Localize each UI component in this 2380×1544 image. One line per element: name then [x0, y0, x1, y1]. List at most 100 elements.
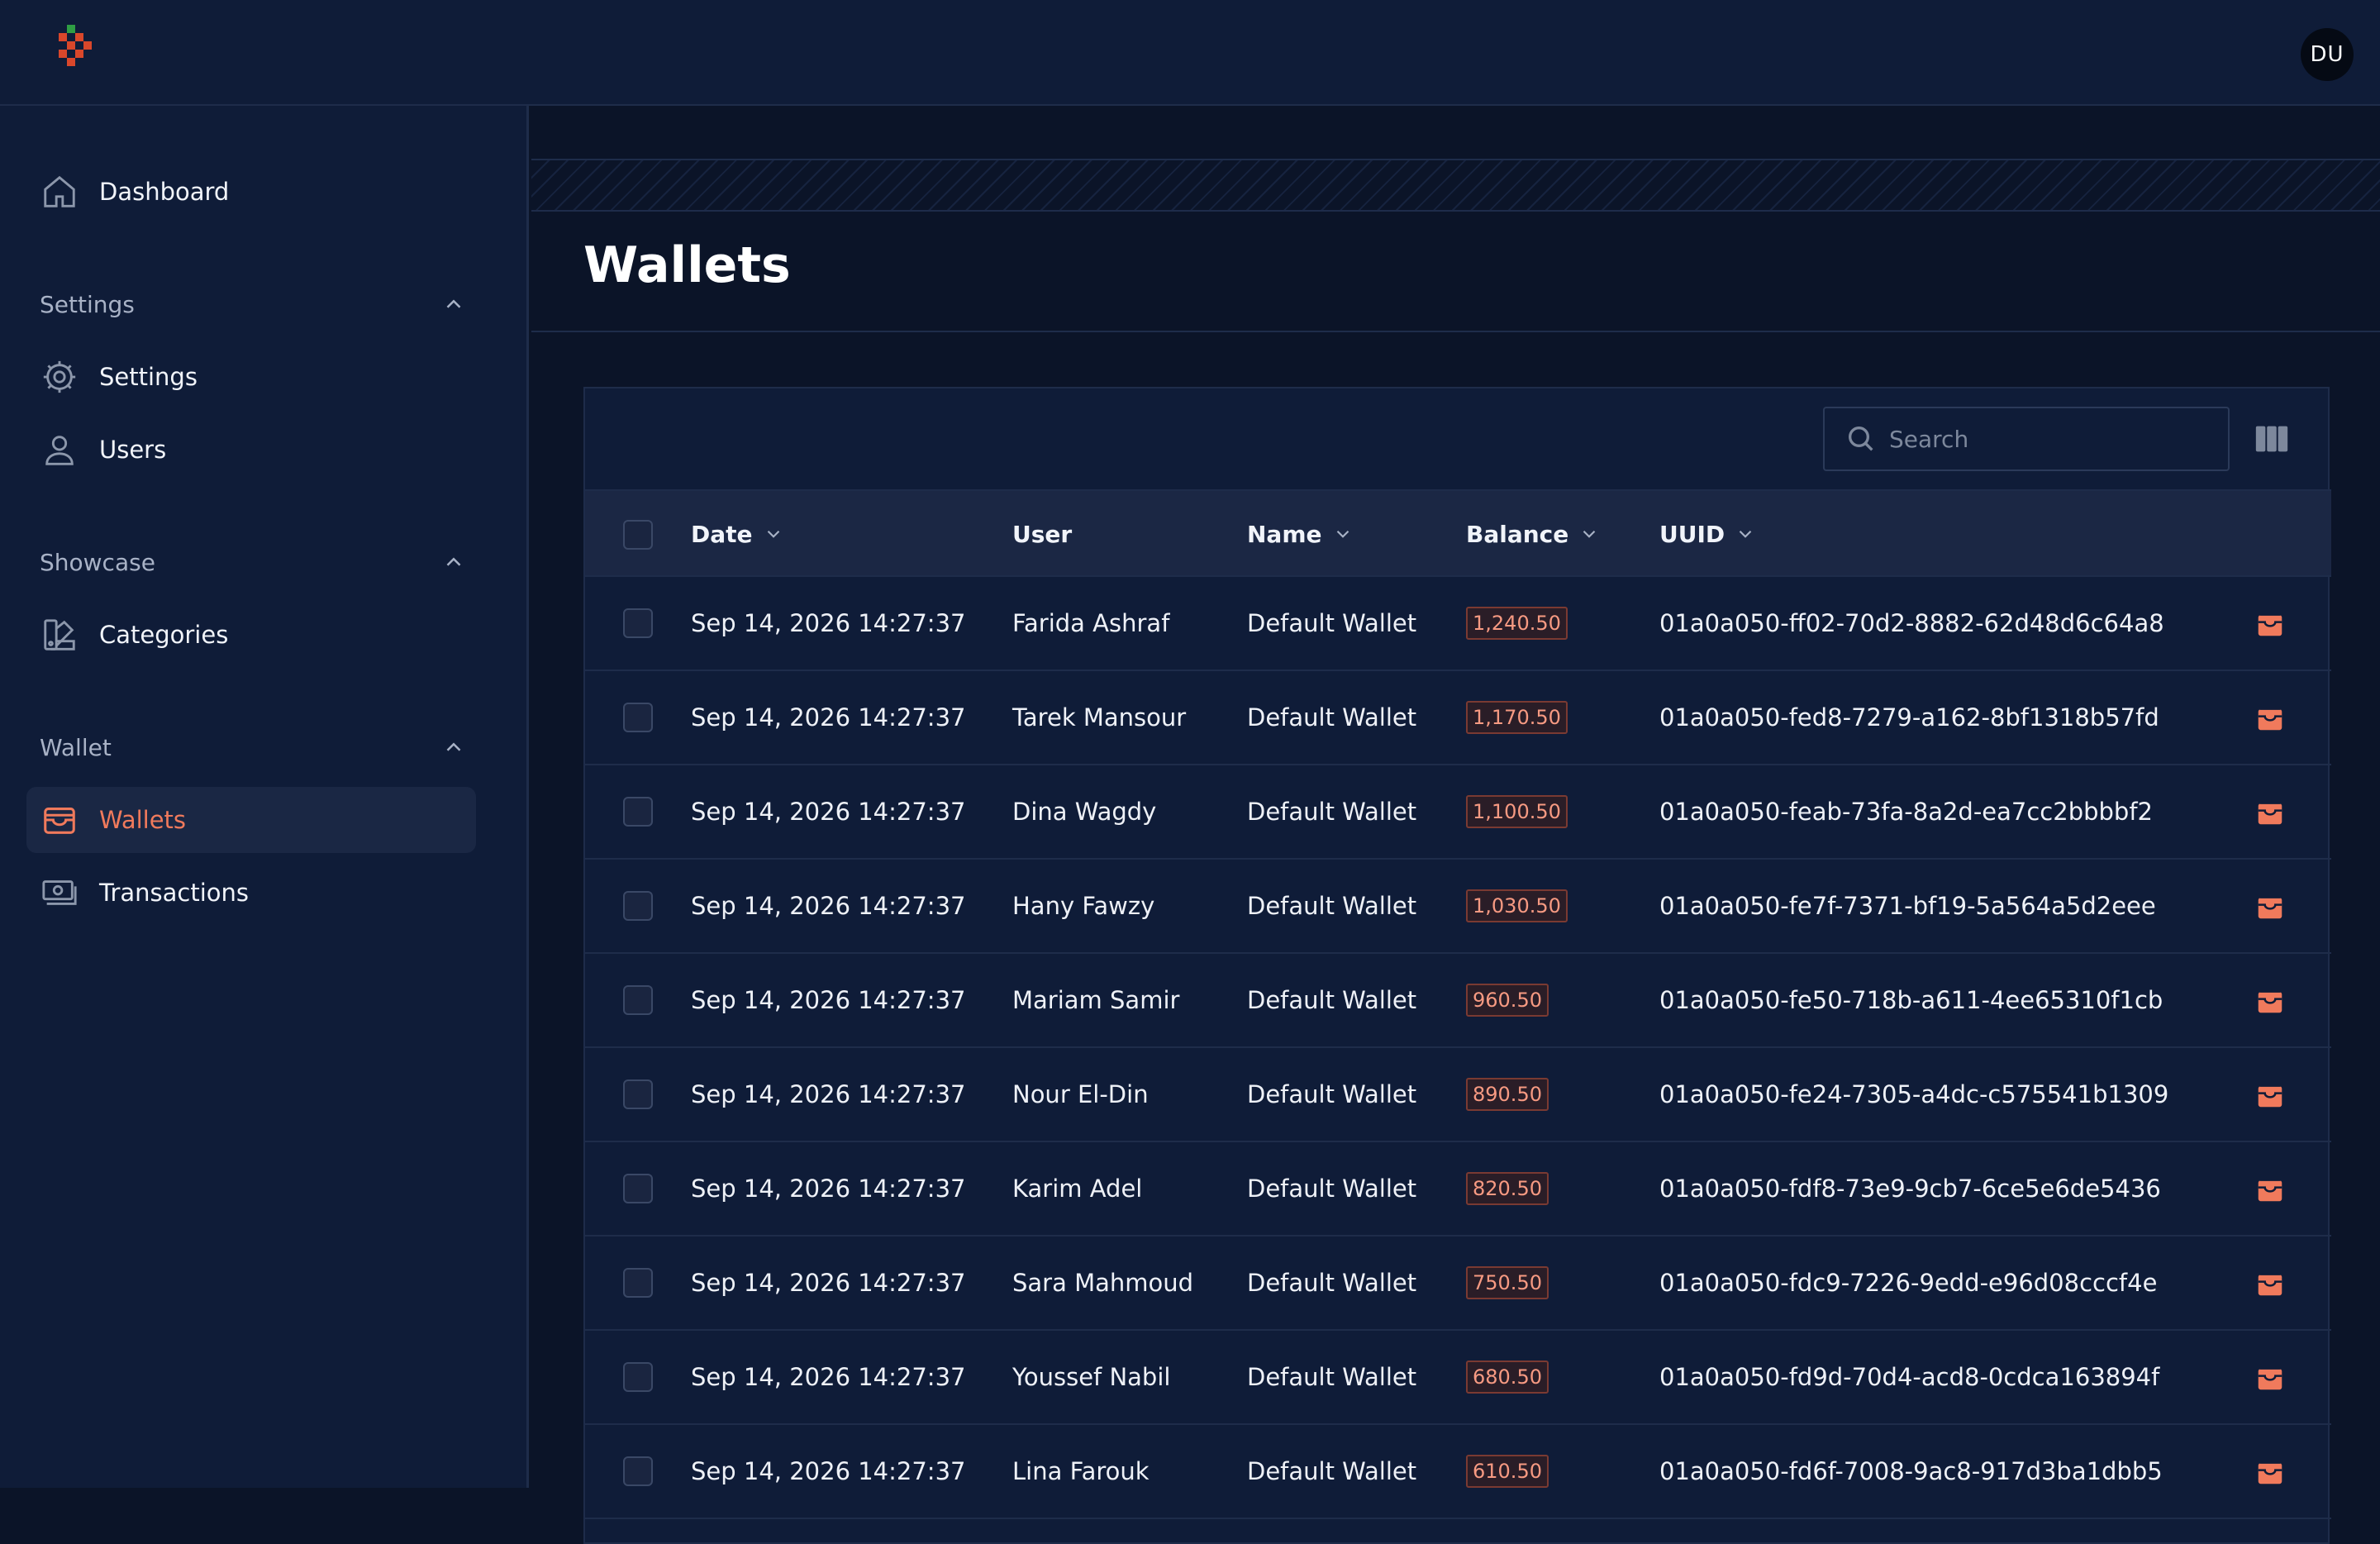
gear-icon: [26, 344, 93, 410]
column-header-balance[interactable]: Balance: [1466, 491, 1600, 577]
table-row[interactable]: Sep 14, 2026 14:27:37 Mariam Samir Default…: [585, 954, 2331, 1048]
sidebar-item-wallets[interactable]: Wallets: [26, 787, 476, 853]
cell-name: Default Wallet: [1247, 986, 1417, 1014]
cell-user: Farida Ashraf: [1012, 609, 1170, 637]
row-checkbox[interactable]: [623, 891, 653, 921]
sidebar-item-users[interactable]: Users: [26, 417, 476, 483]
wallet-icon[interactable]: [2254, 891, 2286, 922]
table-row[interactable]: Sep 14, 2026 14:27:37 Karim Adel Default W…: [585, 1142, 2331, 1237]
balance-badge: 960.50: [1466, 984, 1549, 1017]
table-row[interactable]: Sep 14, 2026 14:27:37 Lina Farouk Default …: [585, 1425, 2331, 1519]
wallet-icon[interactable]: [2254, 1174, 2286, 1205]
column-label: Date: [691, 520, 753, 548]
wallet-icon[interactable]: [2254, 703, 2286, 734]
search-input[interactable]: [1889, 425, 2220, 453]
sidebar-item-dashboard[interactable]: Dashboard: [26, 159, 476, 225]
table-row[interactable]: Sep 14, 2026 14:27:37 Nour El-Din Default …: [585, 1048, 2331, 1142]
wallet-icon[interactable]: [2254, 1362, 2286, 1394]
user-icon: [26, 417, 93, 483]
wallet-icon[interactable]: [2254, 1456, 2286, 1488]
cell-uuid: 01a0a050-ff02-70d2-8882-62d48d6c64a8: [1659, 609, 2164, 637]
user-avatar[interactable]: DU: [2301, 28, 2354, 81]
column-header-name[interactable]: Name: [1247, 491, 1354, 577]
balance-badge: 1,240.50: [1466, 607, 1568, 640]
sidebar-item-label: Categories: [99, 621, 229, 649]
sidebar-item-label: Dashboard: [99, 178, 230, 206]
section-wallet-toggle[interactable]: Wallet: [40, 722, 466, 772]
cell-user: Mariam Samir: [1012, 986, 1180, 1014]
column-label: Name: [1247, 520, 1322, 548]
app-logo[interactable]: [55, 25, 104, 83]
wallet-icon[interactable]: [2254, 1268, 2286, 1299]
cell-date: Sep 14, 2026 14:27:37: [691, 892, 966, 920]
row-checkbox[interactable]: [623, 703, 653, 732]
sidebar-item-settings[interactable]: Settings: [26, 344, 476, 410]
decorative-stripe: [531, 159, 2380, 212]
row-checkbox[interactable]: [623, 1079, 653, 1109]
page-header: Wallets: [531, 212, 2380, 332]
cell-name: Default Wallet: [1247, 892, 1417, 920]
sidebar-item-label: Wallets: [99, 806, 187, 834]
cell-uuid: 01a0a050-fe7f-7371-bf19-5a564a5d2eee: [1659, 892, 2156, 920]
select-all-checkbox[interactable]: [623, 520, 653, 550]
column-toggle-icon[interactable]: [2253, 420, 2291, 458]
cell-date: Sep 14, 2026 14:27:37: [691, 798, 966, 826]
sidebar-item-categories[interactable]: Categories: [26, 602, 476, 668]
section-showcase-toggle[interactable]: Showcase: [40, 537, 466, 587]
row-checkbox[interactable]: [623, 1268, 653, 1298]
column-header-user: User: [1012, 491, 1072, 577]
sidebar-item-transactions[interactable]: Transactions: [26, 860, 476, 926]
row-checkbox[interactable]: [623, 985, 653, 1015]
balance-badge: 610.50: [1466, 1455, 1549, 1488]
column-header-date[interactable]: Date: [691, 491, 784, 577]
table-row[interactable]: Sep 14, 2026 14:27:37 Dina Wagdy Default W…: [585, 765, 2331, 860]
page-title: Wallets: [583, 236, 791, 294]
wallet-icon[interactable]: [2254, 608, 2286, 640]
cell-user: Tarek Mansour: [1012, 703, 1187, 731]
table-row[interactable]: Sep 14, 2026 14:27:37 Farida Ashraf Defaul…: [585, 577, 2331, 671]
wallet-icon[interactable]: [2254, 1079, 2286, 1111]
column-label: UUID: [1659, 520, 1726, 548]
cell-name: Default Wallet: [1247, 609, 1417, 637]
table-row[interactable]: Sep 14, 2026 14:27:37 Tarek Mansour Defaul…: [585, 671, 2331, 765]
top-bar: DU: [0, 0, 2380, 106]
cell-date: Sep 14, 2026 14:27:37: [691, 1080, 966, 1108]
table-row[interactable]: Sep 14, 2026 14:27:37 Sara Mahmoud Default…: [585, 1237, 2331, 1331]
cell-name: Default Wallet: [1247, 1175, 1417, 1203]
section-settings-toggle[interactable]: Settings: [40, 279, 466, 329]
column-header-uuid[interactable]: UUID: [1659, 491, 1756, 577]
sidebar-item-label: Users: [99, 436, 167, 464]
cell-date: Sep 14, 2026 14:27:37: [691, 1457, 966, 1485]
row-checkbox[interactable]: [623, 608, 653, 638]
sidebar-item-label: Settings: [99, 363, 198, 391]
row-checkbox[interactable]: [623, 1362, 653, 1392]
cell-user: Youssef Nabil: [1012, 1363, 1171, 1391]
wallets-table: Date User Name Balance UUID Sep 14, 2026…: [583, 387, 2331, 1544]
column-label: User: [1012, 520, 1073, 548]
wallet-icon[interactable]: [2254, 797, 2286, 828]
cell-date: Sep 14, 2026 14:27:37: [691, 986, 966, 1014]
home-icon: [26, 159, 93, 225]
cell-date: Sep 14, 2026 14:27:37: [691, 703, 966, 731]
table-row[interactable]: Sep 14, 2026 14:27:37 Hany Fawzy Default W…: [585, 860, 2331, 954]
row-checkbox[interactable]: [623, 1456, 653, 1486]
row-checkbox[interactable]: [623, 797, 653, 827]
chevron-down-icon: [1336, 530, 1349, 538]
cell-user: Karim Adel: [1012, 1175, 1143, 1203]
cell-name: Default Wallet: [1247, 1363, 1417, 1391]
chevron-down-icon: [1739, 530, 1752, 538]
chevron-up-icon: [446, 557, 461, 566]
cell-date: Sep 14, 2026 14:27:37: [691, 609, 966, 637]
table-header: Date User Name Balance UUID: [585, 489, 2331, 577]
table-row[interactable]: Sep 14, 2026 14:27:37 Youssef Nabil Defaul…: [585, 1331, 2331, 1425]
cell-uuid: 01a0a050-fe24-7305-a4dc-c575541b1309: [1659, 1080, 2169, 1108]
row-checkbox[interactable]: [623, 1174, 653, 1203]
cell-name: Default Wallet: [1247, 1080, 1417, 1108]
sidebar: Dashboard Settings Settings Users Showca…: [0, 106, 529, 1488]
swatch-icon: [26, 602, 93, 668]
balance-badge: 1,100.50: [1466, 795, 1568, 828]
section-title: Settings: [40, 290, 135, 318]
wallet-icon: [26, 787, 93, 853]
wallet-icon[interactable]: [2254, 985, 2286, 1017]
search-box[interactable]: [1823, 407, 2230, 471]
